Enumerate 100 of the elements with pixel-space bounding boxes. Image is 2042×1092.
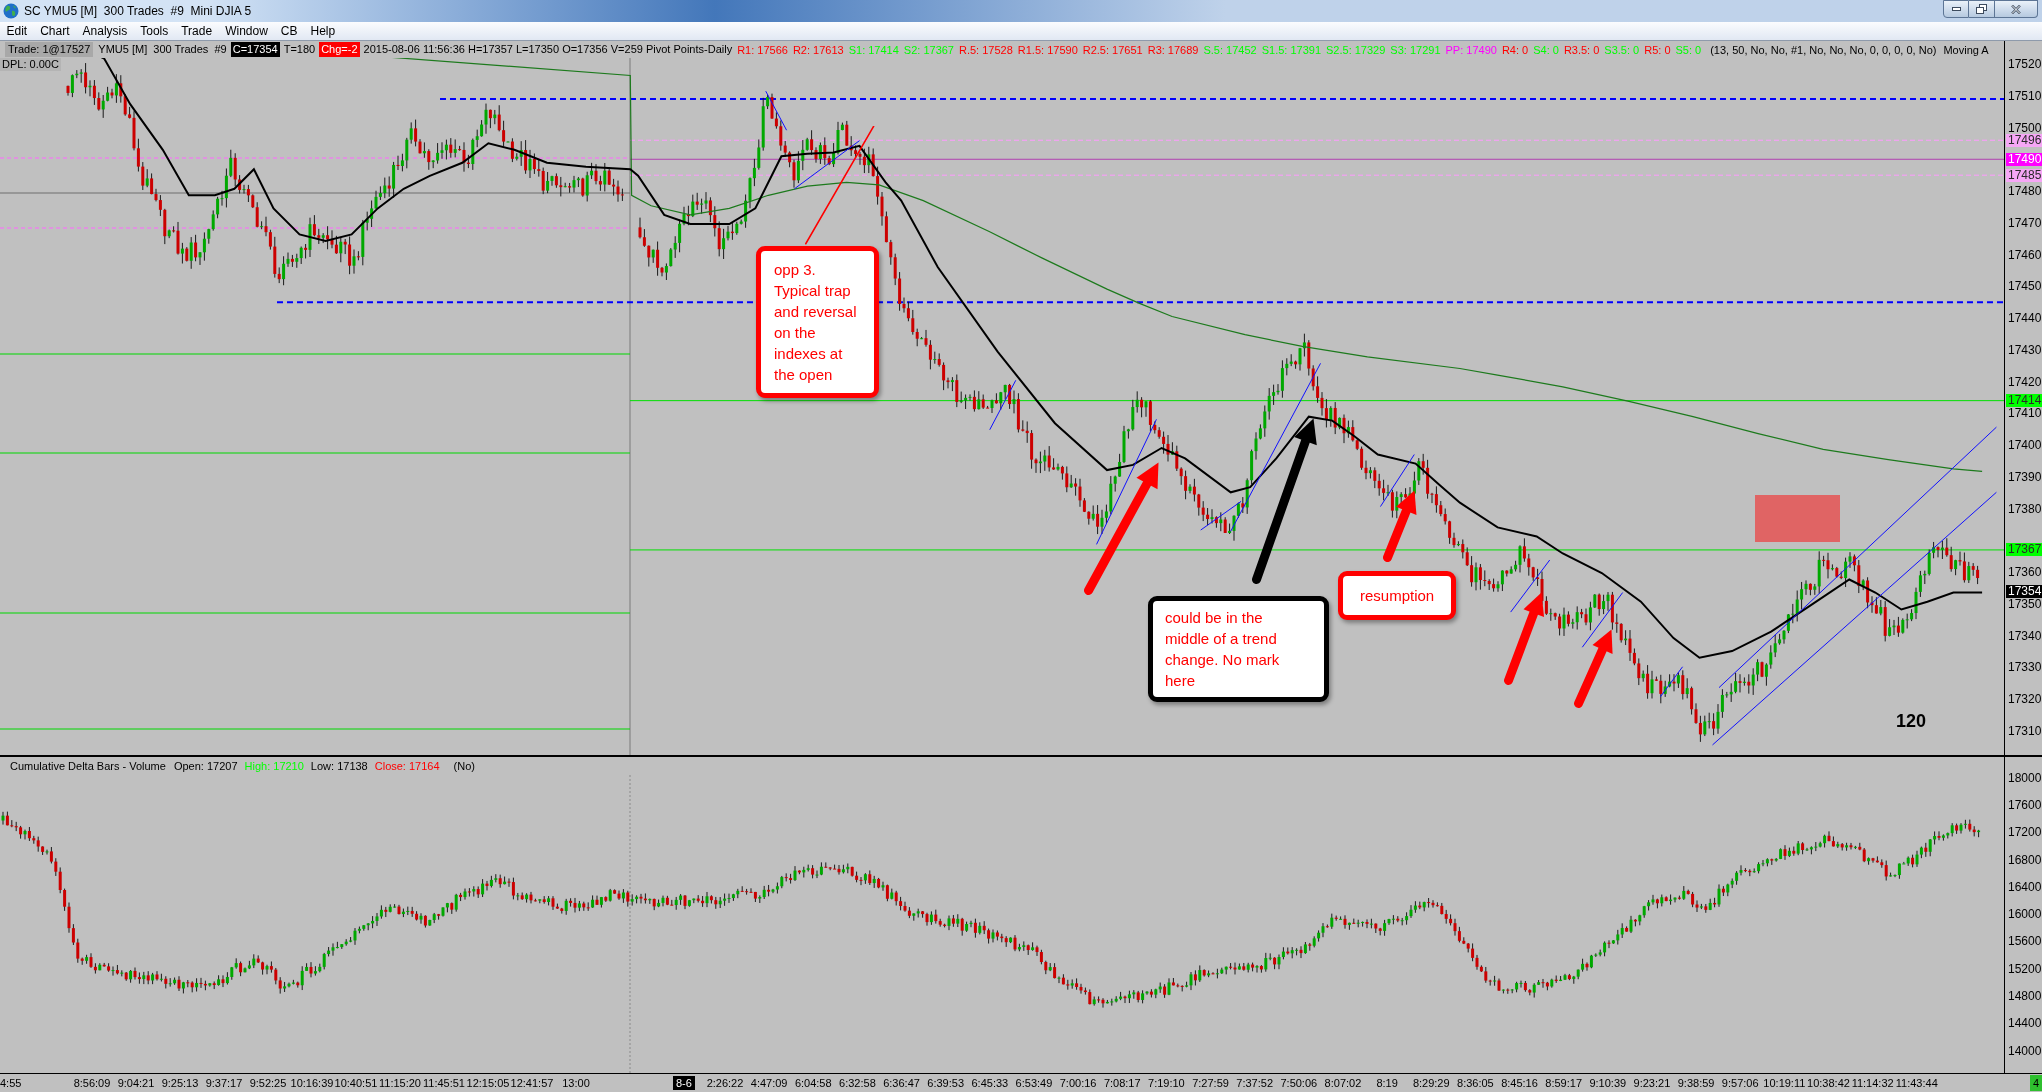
minimize-icon [1951, 7, 1961, 11]
price-axis-label: 17390 [2008, 470, 2042, 483]
study-title: Cumulative Delta Bars - Volume [10, 759, 166, 773]
price-change-tag: Chg=-2 [319, 42, 360, 57]
pivot-value: S5: 0 [1675, 42, 1702, 57]
menu-item[interactable]: CB [274, 23, 304, 39]
time-axis-label: 13:00 [562, 1077, 590, 1089]
delta-axis-label: 15200 [2008, 962, 2042, 975]
delta-axis-label: 14400 [2008, 1017, 2042, 1030]
delta-axis-label: 14000 [2008, 1044, 2042, 1057]
menu-item[interactable]: Help [304, 23, 342, 39]
price-axis-label: 17400 [2008, 439, 2042, 452]
pivot-value: S1.5: 17391 [1261, 42, 1321, 57]
chart-info-text: 2015-08-06 11:56:36 H=17357 L=17350 O=17356 V=259 Pivot Points-Daily [363, 42, 733, 57]
price-axis-label: 17310 [2008, 724, 2042, 737]
time-axis-label: 9:52:25 [249, 1077, 287, 1089]
time-axis-label: 6:45:33 [971, 1077, 1009, 1089]
menu-item[interactable]: Trade [174, 23, 219, 39]
menu-item[interactable]: Chart [33, 23, 77, 39]
price-axis-label: 17450 [2008, 280, 2042, 293]
time-axis-label: 11:15:20 [379, 1077, 421, 1089]
time-axis-label: 8:29:29 [1412, 1077, 1450, 1089]
pivot-value: S4: 0 [1533, 42, 1559, 57]
ohlc-value: High: 17210 [244, 759, 304, 773]
time-axis-label: 12:15:05 [466, 1077, 510, 1089]
price-axis-label: 17500 [2008, 121, 2042, 134]
pivot-value: PP: 17490 [1445, 42, 1497, 57]
time-axis-label: 10:19:11 [1763, 1077, 1806, 1089]
chart-info-text: T=180 [283, 42, 316, 57]
restore-button[interactable] [1969, 0, 1995, 18]
time-axis-label: 7:19:10 [1148, 1077, 1185, 1089]
time-axis-label: 7:08:17 [1103, 1077, 1141, 1089]
time-axis-label: 6:04:58 [794, 1077, 832, 1089]
restore-icon [1976, 4, 1987, 14]
time-axis-label: 10:16:39 [290, 1077, 334, 1089]
pivot-value: S.5: 17452 [1203, 42, 1257, 57]
delta-axis-label: 16000 [2008, 908, 2042, 921]
time-axis-label: 9:04:21 [117, 1077, 155, 1089]
time-axis-label: 9:38:59 [1677, 1077, 1715, 1089]
delta-axis-label: 17200 [2008, 826, 2042, 839]
menu-item[interactable]: Window [218, 23, 275, 39]
price-axis-label: 17420 [2008, 375, 2042, 388]
time-axis-label: 7:00:16 [1059, 1077, 1097, 1089]
time-axis-label: 9:10:39 [1589, 1077, 1627, 1089]
close-price-tag: C=17354 [230, 42, 280, 57]
price-marker-tag: 17496 [2006, 133, 2042, 147]
pivot-value: R2.5: 17651 [1082, 42, 1143, 57]
price-axis-label: 17350 [2008, 597, 2042, 610]
price-marker-tag: 17485 [2006, 168, 2042, 182]
menu-item[interactable]: Analysis [76, 23, 134, 39]
minimize-button[interactable] [1943, 0, 1969, 18]
price-axis-label: 17410 [2008, 407, 2042, 420]
date-marker-tag: 8-6 [673, 1076, 695, 1090]
time-axis-label: 7:37:52 [1236, 1077, 1273, 1089]
time-axis-label: 8:45:16 [1501, 1077, 1538, 1089]
menu-item[interactable]: Tools [133, 23, 175, 39]
time-axis-label: 7:27:59 [1192, 1077, 1229, 1089]
close-button[interactable] [1995, 0, 2038, 18]
pivot-value: S3: 17291 [1390, 42, 1441, 57]
trade-readout: Trade: 1@17527 [5, 42, 94, 57]
pivot-value: R.5: 17528 [959, 42, 1013, 57]
time-axis-label: 12:41:57 [510, 1077, 554, 1089]
delta-axis-label: 15600 [2008, 935, 2042, 948]
pivot-value: R1: 17566 [737, 42, 788, 57]
price-axis-label: 17460 [2008, 248, 2042, 261]
window-title: SC YMU5 [M] 300 Trades #9 Mini DJIA 5 [24, 4, 252, 18]
menu-item[interactable]: Edit [0, 23, 34, 39]
pivot-value: S3.5: 0 [1604, 42, 1640, 57]
time-axis-label: 11:45:51 [423, 1077, 465, 1089]
close-icon [2011, 4, 2021, 14]
study-parameters: (No) [453, 759, 475, 773]
pivot-value: R5: 0 [1644, 42, 1671, 57]
time-axis-label: 4:55 [0, 1077, 22, 1089]
time-axis-label: 9:25:13 [161, 1077, 199, 1089]
chart-info-text: YMU5 [M] 300 Trades #9 [98, 42, 227, 57]
price-axis-label: 17440 [2008, 312, 2042, 325]
ohlc-value: Low: 17138 [310, 759, 368, 773]
delta-axis-label: 16400 [2008, 880, 2042, 893]
price-axis-label: 17330 [2008, 661, 2042, 674]
price-axis-label: 17380 [2008, 502, 2042, 515]
pivot-value: R3.5: 0 [1563, 42, 1600, 57]
study-name: Moving A [1943, 42, 1989, 57]
pivot-value: R4: 0 [1501, 42, 1529, 57]
globe-icon [3, 3, 19, 19]
time-axis-label: 4:47:09 [750, 1077, 788, 1089]
delta-axis-label: 14800 [2008, 990, 2042, 1002]
counter-badge: 4 [2029, 1075, 2042, 1091]
pivot-value: S2.5: 17329 [1326, 42, 1386, 57]
delta-axis-label: 18000 [2008, 771, 2042, 784]
price-axis-label: 17520 [2008, 58, 2042, 70]
time-axis-label: 9:37:17 [205, 1077, 243, 1089]
time-axis-label: 8:07:02 [1324, 1077, 1362, 1089]
time-axis-label: 10:38:42 [1807, 1077, 1850, 1089]
price-marker-tag: 17367 [2006, 543, 2042, 557]
price-axis-label: 17430 [2008, 343, 2042, 356]
pivot-value: R2: 17613 [792, 42, 844, 57]
time-axis-label: 6:39:53 [927, 1077, 965, 1089]
price-axis-label: 17340 [2008, 629, 2042, 642]
pivot-value: S2: 17367 [903, 42, 954, 57]
price-marker-tag: 17414 [2006, 394, 2042, 408]
